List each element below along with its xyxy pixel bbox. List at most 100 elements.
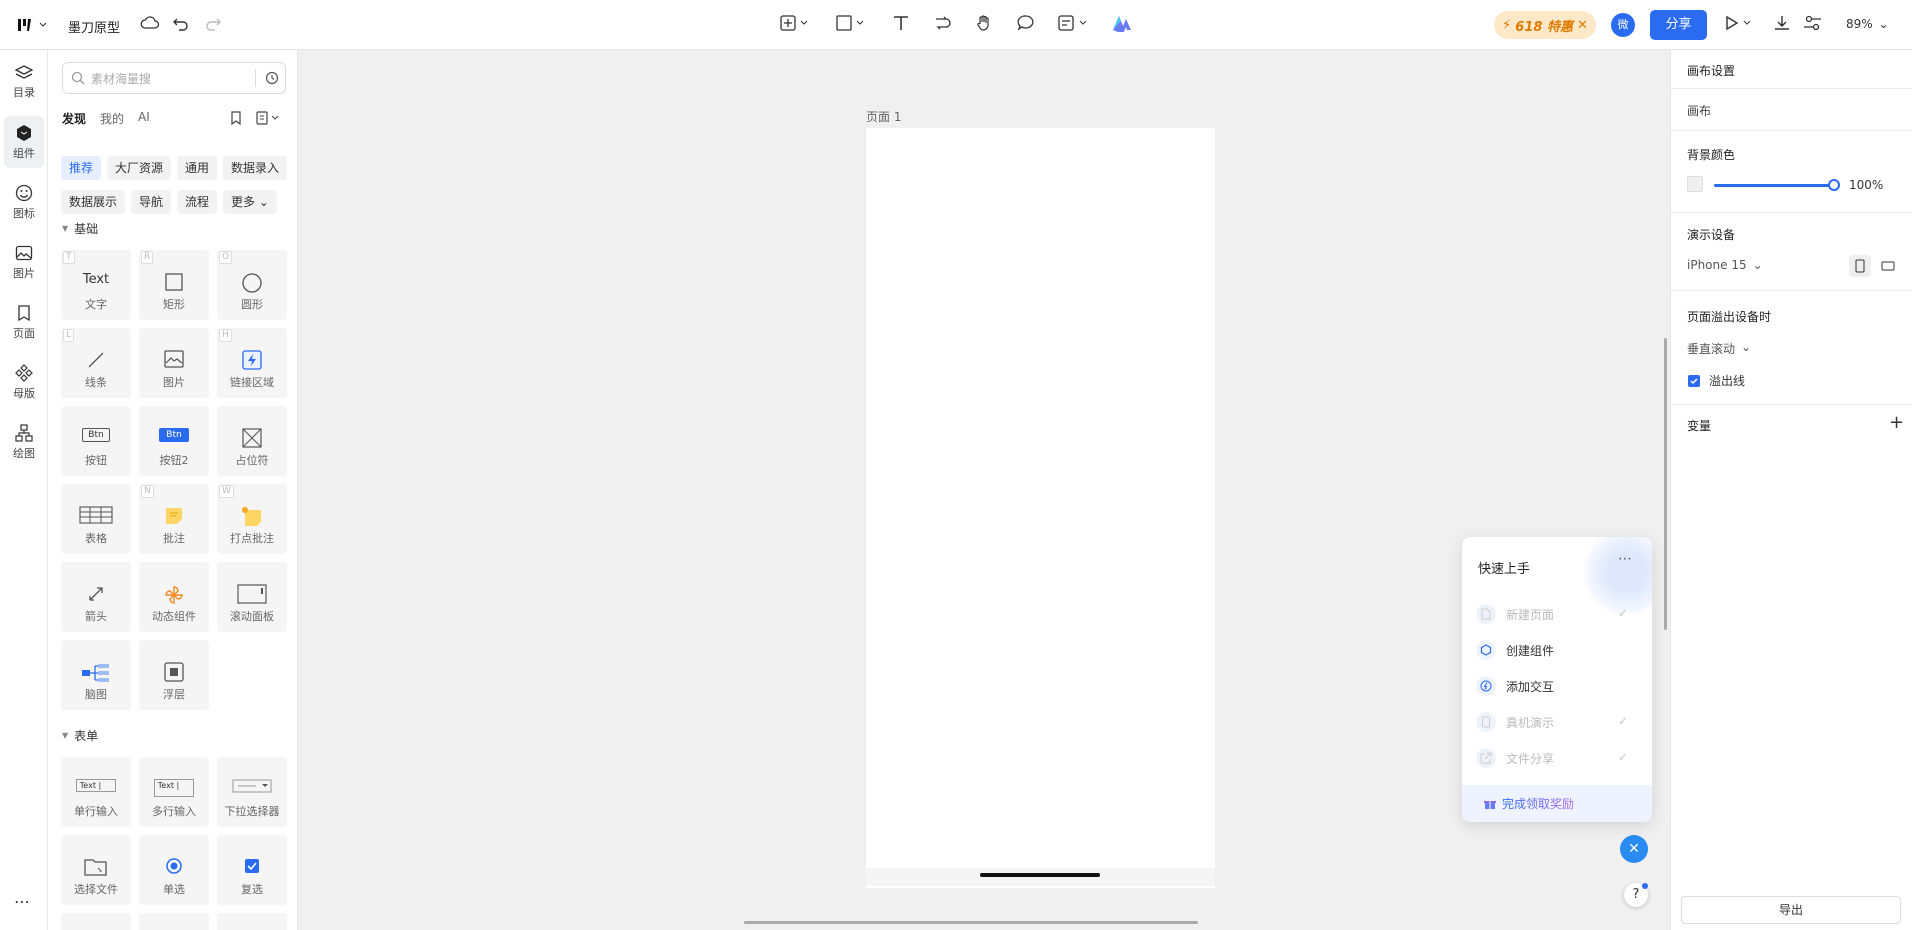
opacity-value[interactable]: 100% — [1849, 178, 1883, 192]
export-button[interactable]: 导出 — [1681, 896, 1901, 924]
chip-navigation[interactable]: 导航 — [131, 190, 172, 214]
tile-image[interactable]: 图片 — [139, 328, 209, 398]
comment-tool-icon[interactable] — [1017, 15, 1035, 31]
tile-mindmap[interactable]: 脑图 — [61, 640, 131, 710]
tile-scroll-panel[interactable]: 滚动面板 — [217, 562, 287, 632]
hand-tool-icon[interactable] — [975, 14, 993, 32]
tile-line[interactable]: L 线条 — [61, 328, 131, 398]
history-icon[interactable] — [265, 71, 279, 85]
tile-radio[interactable]: 单选 — [139, 835, 209, 905]
tile-partial[interactable] — [139, 913, 209, 930]
tile-table[interactable]: 表格 — [61, 484, 131, 554]
quickstart-item-add-interaction[interactable]: 添加交互 — [1476, 676, 1554, 696]
avatar[interactable]: 微 — [1611, 13, 1635, 37]
tab-discover[interactable]: 发现 — [62, 110, 86, 127]
section-form[interactable]: ▼ 表单 — [62, 727, 98, 744]
opacity-slider[interactable] — [1714, 179, 1840, 191]
tile-arrow[interactable]: 箭头 — [61, 562, 131, 632]
tile-circle[interactable]: O 圆形 — [217, 250, 287, 320]
tile-checkbox[interactable]: 复选 — [217, 835, 287, 905]
add-variable-icon[interactable]: + — [1889, 412, 1904, 433]
tile-dynamic-component[interactable]: 动态组件 — [139, 562, 209, 632]
overflow-select[interactable]: 垂直滚动 ⌄ — [1687, 340, 1751, 357]
cloud-sync-icon[interactable] — [140, 15, 160, 31]
chip-data-entry[interactable]: 数据录入 — [223, 156, 288, 180]
rail-item-images[interactable]: 图片 — [4, 236, 44, 288]
section-basic[interactable]: ▼ 基础 — [62, 220, 98, 237]
close-quickstart-button[interactable]: ✕ — [1620, 835, 1648, 863]
chevron-down-icon: ⌄ — [1752, 258, 1763, 272]
ai-logo-icon[interactable] — [1111, 14, 1133, 32]
rectangle-tool-icon[interactable] — [836, 15, 866, 31]
tile-dot-annotation[interactable]: W 打点批注 — [217, 484, 287, 554]
tile-placeholder[interactable]: 占位符 — [217, 406, 287, 476]
tile-overlay[interactable]: 浮层 — [139, 640, 209, 710]
redo-icon[interactable] — [204, 15, 222, 31]
sticky-note-icon — [166, 508, 182, 524]
tile-partial[interactable] — [61, 913, 131, 930]
library-dropdown-icon[interactable] — [256, 111, 280, 125]
quickstart-item-file-share[interactable]: 文件分享 — [1476, 748, 1554, 768]
chip-more[interactable]: 更多 ⌄ — [223, 190, 277, 214]
preview-play-icon[interactable] — [1724, 15, 1754, 31]
tile-partial[interactable] — [217, 913, 287, 930]
page-label[interactable]: 页面 1 — [866, 108, 901, 125]
more-icon[interactable]: ⋯ — [14, 892, 31, 911]
connector-tool-icon[interactable] — [933, 15, 951, 31]
overflow-line-checkbox[interactable]: 溢出线 — [1687, 372, 1745, 389]
bookmark-icon[interactable] — [230, 111, 242, 125]
close-icon[interactable]: ✕ — [1577, 18, 1588, 33]
portrait-toggle[interactable] — [1849, 255, 1871, 277]
add-page-icon[interactable] — [780, 15, 810, 31]
logo-icon[interactable] — [14, 14, 50, 36]
chip-general[interactable]: 通用 — [177, 156, 218, 180]
share-button[interactable]: 分享 — [1650, 10, 1707, 40]
horizontal-scrollbar[interactable] — [744, 921, 1198, 924]
bg-color-swatch[interactable] — [1687, 176, 1703, 192]
table-icon — [79, 506, 113, 524]
promo-badge[interactable]: ⚡ 618 特惠 ✕ — [1494, 11, 1596, 39]
tile-multiline-input[interactable]: Text | 多行输入 — [139, 757, 209, 827]
more-icon[interactable]: ⋯ — [1618, 551, 1632, 567]
tile-link-area[interactable]: H 链接区域 — [217, 328, 287, 398]
quickstart-item-device-demo[interactable]: 真机演示 — [1476, 712, 1554, 732]
overlay-icon — [164, 662, 184, 682]
device-select[interactable]: iPhone 15 ⌄ — [1687, 258, 1763, 272]
opacity-slider-handle[interactable] — [1828, 179, 1840, 191]
tile-single-input[interactable]: Text | 单行输入 — [61, 757, 131, 827]
vertical-scrollbar[interactable] — [1664, 338, 1667, 630]
landscape-toggle[interactable] — [1877, 255, 1899, 277]
zoom-select[interactable]: 89% ⌄ — [1846, 17, 1889, 31]
rail-item-drawing[interactable]: 绘图 — [4, 416, 44, 468]
tile-annotation[interactable]: N 批注 — [139, 484, 209, 554]
tile-file-select[interactable]: 选择文件 — [61, 835, 131, 905]
tab-ai[interactable]: AI — [138, 110, 150, 127]
tab-mine[interactable]: 我的 — [100, 110, 124, 127]
tile-rectangle[interactable]: R 矩形 — [139, 250, 209, 320]
download-icon[interactable] — [1773, 14, 1791, 32]
undo-icon[interactable] — [172, 15, 190, 31]
app-title[interactable]: 墨刀原型 — [68, 17, 120, 36]
quickstart-item-new-page[interactable]: 新建页面 — [1476, 604, 1554, 624]
tile-button[interactable]: Btn 按钮 — [61, 406, 131, 476]
chip-flow[interactable]: 流程 — [177, 190, 218, 214]
note-tool-icon[interactable] — [1058, 15, 1090, 31]
tile-dropdown[interactable]: 下拉选择器 — [217, 757, 287, 827]
quickstart-item-create-component[interactable]: 创建组件 — [1476, 640, 1554, 660]
chip-data-display[interactable]: 数据展示 — [61, 190, 126, 214]
tile-button2[interactable]: Btn 按钮2 — [139, 406, 209, 476]
rail-item-masters[interactable]: 母版 — [4, 356, 44, 408]
tile-text[interactable]: T Text 文字 — [61, 250, 131, 320]
settings-sliders-icon[interactable] — [1803, 14, 1823, 32]
rail-item-pages[interactable]: 页面 — [4, 296, 44, 348]
phone-page-frame[interactable] — [866, 128, 1215, 888]
rail-item-icons[interactable]: 图标 — [4, 176, 44, 228]
rail-item-outline[interactable]: 目录 — [4, 56, 44, 108]
text-tool-icon[interactable] — [892, 15, 910, 31]
rail-label: 目录 — [13, 85, 35, 99]
chip-recommended[interactable]: 推荐 — [61, 156, 102, 180]
chip-big-brand[interactable]: 大厂资源 — [107, 156, 172, 180]
search-input[interactable]: 素材海量搜 — [62, 62, 286, 94]
reward-button[interactable]: 完成领取奖励 — [1462, 785, 1652, 822]
rail-item-components[interactable]: 组件 — [4, 116, 44, 168]
